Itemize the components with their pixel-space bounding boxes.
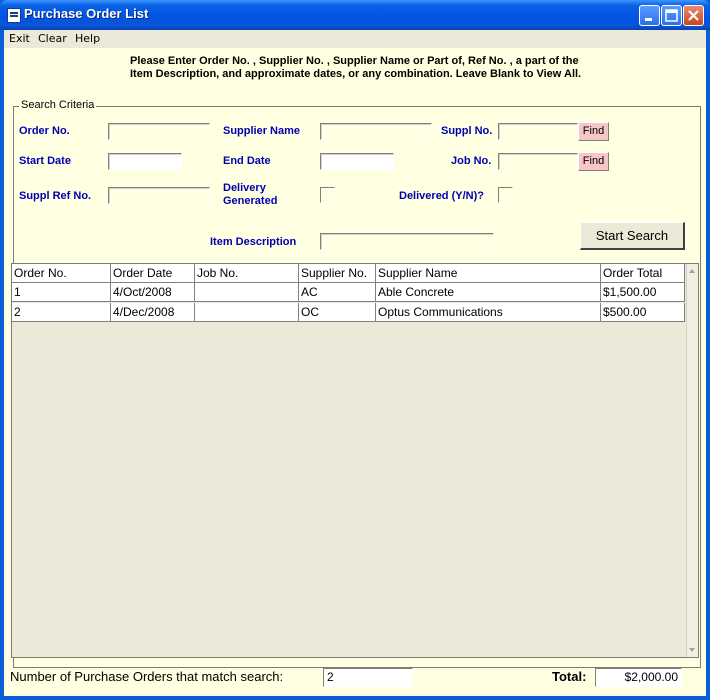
close-icon [688, 10, 699, 21]
item-description-input[interactable] [320, 233, 494, 250]
end-date-label: End Date [223, 155, 271, 167]
column-header-supplier-name[interactable]: Supplier Name [376, 264, 601, 283]
cell-job-no [195, 283, 299, 302]
start-date-label: Start Date [19, 155, 71, 167]
minimize-button[interactable] [639, 5, 660, 26]
start-date-input[interactable] [108, 153, 182, 170]
menu-exit[interactable]: Exit [9, 32, 30, 45]
suppl-ref-input[interactable] [108, 187, 210, 204]
title-bar: Purchase Order List [0, 0, 710, 30]
order-no-input[interactable] [108, 123, 210, 140]
delivery-generated-label-line2: Generated [223, 195, 278, 207]
cell-order-total: $1,500.00 [601, 283, 685, 302]
job-no-input[interactable] [498, 153, 578, 170]
cell-supplier-name: Optus Communications [376, 303, 601, 322]
maximize-icon [665, 9, 678, 22]
cell-order-no: 1 [12, 283, 111, 302]
delivery-generated-checkbox[interactable] [320, 187, 335, 203]
delivered-label: Delivered (Y/N)? [399, 190, 484, 202]
results-grid[interactable]: Order No. Order Date Job No. Supplier No… [11, 263, 699, 658]
window-title: Purchase Order List [24, 6, 149, 21]
minimize-icon [645, 18, 652, 21]
column-header-order-total[interactable]: Order Total [601, 264, 685, 283]
find-job-button[interactable]: Find [578, 152, 609, 171]
suppl-no-input[interactable] [498, 123, 578, 140]
job-no-label: Job No. [451, 155, 492, 167]
end-date-input[interactable] [320, 153, 394, 170]
start-search-button[interactable]: Start Search [580, 222, 685, 250]
cell-supplier-no: AC [299, 283, 376, 302]
total-field[interactable]: $2,000.00 [595, 668, 682, 687]
total-label: Total: [552, 669, 587, 684]
maximize-button[interactable] [661, 5, 682, 26]
cell-order-no: 2 [12, 303, 111, 322]
column-header-order-no[interactable]: Order No. [12, 264, 111, 283]
column-header-order-date[interactable]: Order Date [111, 264, 195, 283]
suppl-ref-label: Suppl Ref No. [19, 190, 92, 202]
item-description-label: Item Description [210, 236, 297, 248]
column-header-job-no[interactable]: Job No. [195, 264, 299, 283]
cell-supplier-no: OC [299, 303, 376, 322]
cell-order-date: 4/Dec/2008 [111, 303, 195, 322]
close-button[interactable] [683, 5, 704, 26]
order-no-label: Order No. [19, 125, 70, 137]
instructions-text: Please Enter Order No. , Supplier No. , … [130, 55, 582, 80]
supplier-name-input[interactable] [320, 123, 432, 140]
delivery-generated-label-line1: Delivery [223, 182, 266, 194]
cell-job-no [195, 303, 299, 322]
menu-help[interactable]: Help [75, 32, 100, 45]
match-count-field[interactable]: 2 [323, 668, 413, 687]
menu-clear[interactable]: Clear [38, 32, 67, 45]
client-area: Exit Clear Help Please Enter Order No. ,… [4, 30, 706, 696]
find-supplier-button[interactable]: Find [578, 122, 609, 141]
delivered-checkbox[interactable] [498, 187, 513, 203]
column-header-supplier-no[interactable]: Supplier No. [299, 264, 376, 283]
cell-supplier-name: Able Concrete [376, 283, 601, 302]
suppl-no-label: Suppl No. [441, 125, 493, 137]
app-icon [7, 8, 21, 23]
grid-vertical-scrollbar[interactable] [686, 264, 698, 657]
purchase-order-window: Purchase Order List Exit Clear Help Plea… [0, 0, 710, 700]
scroll-up-arrow-icon[interactable] [689, 269, 695, 273]
cell-order-total: $500.00 [601, 303, 685, 322]
match-count-label: Number of Purchase Orders that match sea… [10, 669, 284, 684]
cell-order-date: 4/Oct/2008 [111, 283, 195, 302]
search-criteria-label: Search Criteria [19, 99, 97, 111]
form-area: Please Enter Order No. , Supplier No. , … [4, 48, 706, 696]
supplier-name-label: Supplier Name [223, 125, 301, 137]
scroll-down-arrow-icon[interactable] [689, 648, 695, 652]
menu-bar: Exit Clear Help [4, 30, 706, 48]
